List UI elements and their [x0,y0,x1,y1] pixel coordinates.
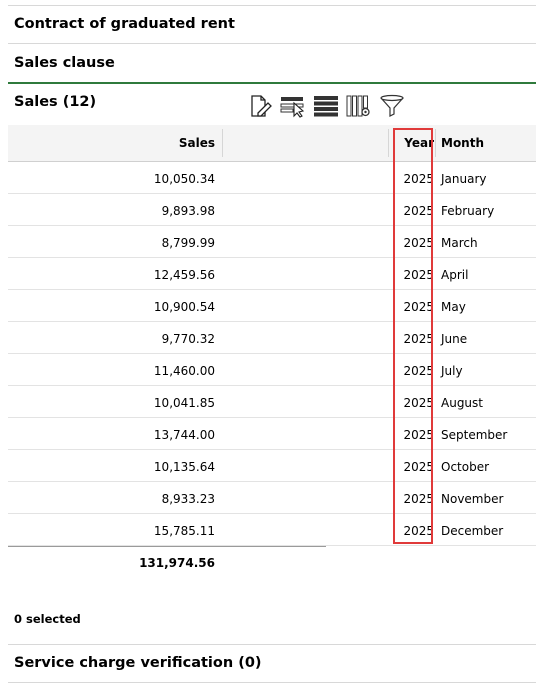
cell-sales: 8,799.99 [161,236,215,250]
cell-year: 2025 [403,172,434,186]
column-header-sales[interactable]: Sales [8,125,215,161]
grid-header: Sales Year Month [8,125,536,162]
cell-month: August [441,396,483,410]
cell-year: 2025 [403,300,434,314]
cell-year: 2025 [403,460,434,474]
table-row[interactable]: 10,050.34 2025 January [8,162,536,194]
table-row[interactable]: 13,744.00 2025 September [8,418,536,450]
cell-month: March [441,236,478,250]
column-separator [222,129,223,157]
table-row[interactable]: 10,041.85 2025 August [8,386,536,418]
cell-month: May [441,300,466,314]
cell-sales: 10,900.54 [153,300,215,314]
cell-month: November [441,492,504,506]
cell-month: April [441,268,469,282]
table-row[interactable]: 9,770.32 2025 June [8,322,536,354]
table-row[interactable]: 11,460.00 2025 July [8,354,536,386]
table-row[interactable]: 9,893.98 2025 February [8,194,536,226]
row-select-icon[interactable] [279,93,307,119]
cell-year: 2025 [403,204,434,218]
cell-year: 2025 [403,492,434,506]
cell-year: 2025 [403,524,434,538]
cell-year: 2025 [403,236,434,250]
edit-document-icon[interactable] [246,93,274,119]
sales-grid: Sales Year Month 10,050.34 2025 January 9,8… [8,125,536,546]
cell-month: September [441,428,508,442]
column-settings-icon[interactable] [345,93,373,119]
top-divider [8,5,536,6]
table-row[interactable]: 12,459.56 2025 April [8,258,536,290]
section-divider [8,43,536,44]
service-charge-section-title[interactable]: Service charge verification (0) [14,655,262,671]
cell-sales: 9,770.32 [161,332,215,346]
table-row[interactable]: 8,933.23 2025 November [8,482,536,514]
cell-month: July [441,364,463,378]
cell-sales: 10,050.34 [153,172,215,186]
cell-sales: 10,135.64 [153,460,215,474]
cell-sales: 10,041.85 [153,396,215,410]
column-header-year[interactable]: Year [394,125,434,161]
cell-sales: 13,744.00 [153,428,215,442]
column-header-month[interactable]: Month [441,125,536,161]
cell-year: 2025 [403,396,434,410]
list-view-icon[interactable] [312,93,340,119]
cell-sales: 8,933.23 [161,492,215,506]
active-section-underline [8,82,536,84]
sales-clause-title[interactable]: Sales clause [14,55,115,71]
cell-month: December [441,524,504,538]
column-separator [388,129,389,157]
grid-body: 10,050.34 2025 January 9,893.98 2025 February… [8,162,536,546]
cell-sales: 12,459.56 [153,268,215,282]
cell-year: 2025 [403,332,434,346]
contract-section-title[interactable]: Contract of graduated rent [14,16,235,32]
cell-sales: 11,460.00 [153,364,215,378]
selection-count: 0 selected [14,612,81,626]
cell-year: 2025 [403,364,434,378]
total-divider [8,546,326,547]
filter-icon[interactable] [378,93,406,119]
cell-month: June [441,332,468,346]
sales-total: 131,974.56 [139,556,215,570]
section-divider [8,644,536,645]
grid-toolbar [246,93,411,119]
cell-sales: 15,785.11 [153,524,215,538]
table-row[interactable]: 10,900.54 2025 May [8,290,536,322]
table-row[interactable]: 8,799.99 2025 March [8,226,536,258]
bottom-divider [8,682,536,683]
table-row[interactable]: 10,135.64 2025 October [8,450,536,482]
cell-sales: 9,893.98 [161,204,215,218]
table-row[interactable]: 15,785.11 2025 December [8,514,536,546]
cell-year: 2025 [403,428,434,442]
cell-month: February [441,204,495,218]
cell-month: January [441,172,487,186]
cell-month: October [441,460,490,474]
sales-grid-title[interactable]: Sales (12) [14,94,96,110]
column-separator [435,129,436,157]
cell-year: 2025 [403,268,434,282]
